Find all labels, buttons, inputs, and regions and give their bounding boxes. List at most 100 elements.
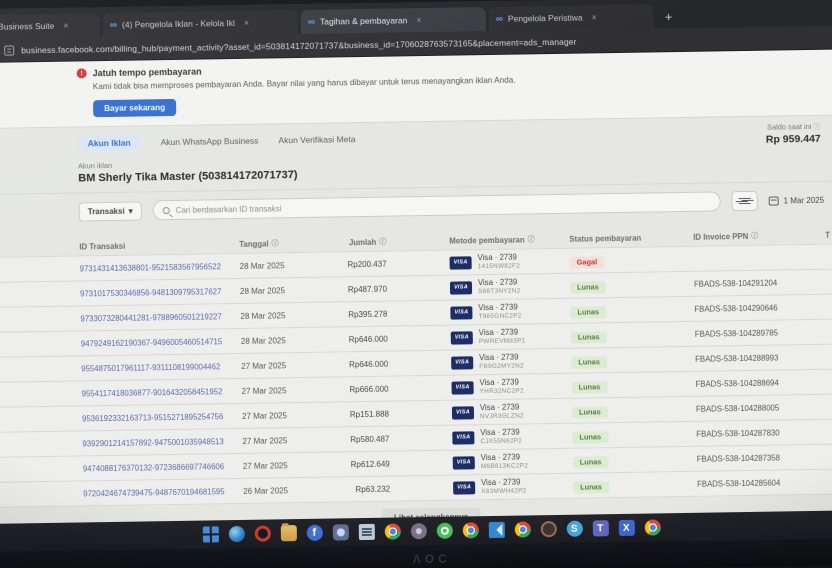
tab-akun-iklan[interactable]: Akun Iklan: [78, 134, 141, 151]
notepad-icon[interactable]: [358, 524, 374, 540]
transaction-amount: Rp151.888: [334, 409, 414, 419]
transaction-filter-dropdown[interactable]: Transaksi▾: [79, 201, 142, 221]
status-badge: Lunas: [572, 406, 608, 419]
transaction-id-link[interactable]: 9720424674739475-9487670194681595: [83, 486, 243, 498]
maps-icon[interactable]: [332, 524, 348, 540]
payment-reference: PWREVM83P1: [479, 337, 526, 345]
transaction-amount: Rp200.437: [332, 259, 412, 269]
transaction-amount: Rp646.000: [333, 359, 413, 369]
payment-method-cell: VISA Visa · 2739 M6B813KC2P2: [415, 453, 573, 472]
status-badge: Lunas: [571, 356, 607, 369]
transactions-table: ID Transaksi Tanggalⓘ Jumlahⓘ Metode pem…: [0, 225, 832, 524]
meta-icon: ∞: [308, 16, 315, 27]
status-badge: Lunas: [570, 281, 606, 294]
balance-label: Saldo saat ini ⓘ: [766, 122, 821, 133]
billing-page: ! Jatuh tempo pembayaran Kami tidak bisa…: [0, 49, 832, 524]
search-input[interactable]: Cari berdasarkan ID transaksi: [153, 191, 721, 220]
tab-label: Tagihan & pembayaran: [320, 15, 408, 26]
status-badge: Lunas: [571, 331, 607, 344]
whatsapp-icon[interactable]: [436, 523, 452, 539]
info-icon[interactable]: ⓘ: [751, 231, 758, 241]
transaction-amount: Rp63.232: [335, 484, 415, 494]
new-tab-button[interactable]: +: [657, 9, 681, 28]
payment-reference: S66T3NY2N2: [478, 287, 521, 295]
transaction-date: 27 Mar 2025: [242, 385, 334, 395]
transaction-id-link[interactable]: 9479249162190367-9496005460514715: [81, 336, 241, 348]
payment-method-cell: VISA Visa · 2739 FB9G2MY2N2: [413, 353, 571, 372]
balance-amount: Rp 959.447: [766, 133, 821, 146]
transaction-id-link[interactable]: 9392901214157892-9475001035948513: [82, 436, 242, 448]
visa-icon: VISA: [451, 356, 473, 369]
tab-meta-business-suite[interactable]: Meta Business Suite ×: [0, 13, 100, 39]
payment-method-cell: VISA Visa · 2739 S66T3NY2N2: [412, 278, 570, 297]
start-menu-icon[interactable]: [202, 526, 218, 542]
col-metode-pembayaran: Metode pembayaranⓘ: [411, 234, 569, 246]
info-icon[interactable]: ⓘ: [528, 234, 535, 244]
visa-icon: VISA: [451, 331, 473, 344]
status-badge: Gagal: [570, 256, 605, 269]
meta-icon: ∞: [496, 13, 503, 24]
transaction-date: 27 Mar 2025: [243, 460, 335, 470]
visa-icon: VISA: [450, 306, 472, 319]
chrome-icon[interactable]: [514, 521, 530, 537]
status-badge: Lunas: [573, 481, 609, 494]
payment-reference: M6B813KC2P2: [481, 462, 528, 470]
close-icon[interactable]: ×: [244, 18, 249, 28]
visa-icon: VISA: [451, 381, 473, 394]
transaction-id-link[interactable]: 9536192332163713-9515271895254756: [82, 411, 242, 423]
tab-akun-whatsapp-business[interactable]: Akun WhatsApp Business: [161, 136, 259, 148]
vscode-icon[interactable]: [488, 522, 504, 538]
transaction-id-link[interactable]: 9474088176370132-9723686697746606: [83, 461, 243, 473]
tab-tagihan-pembayaran[interactable]: ∞ Tagihan & pembayaran ×: [301, 7, 486, 34]
chrome-icon[interactable]: [384, 523, 400, 539]
payment-reference: 1415NW82F2: [478, 262, 521, 270]
col-jumlah: Jumlahⓘ: [331, 236, 411, 247]
error-icon: !: [77, 68, 87, 78]
site-info-icon[interactable]: [4, 45, 14, 55]
skype-icon[interactable]: [566, 521, 582, 537]
transaction-id-link[interactable]: 9554117418036877-9016432058451952: [82, 386, 242, 398]
status-badge: Lunas: [573, 456, 609, 469]
info-icon[interactable]: ⓘ: [379, 237, 386, 247]
close-icon[interactable]: ×: [63, 21, 68, 31]
transaction-date: 27 Mar 2025: [241, 360, 333, 370]
transaction-date: 28 Mar 2025: [240, 285, 332, 295]
pay-now-button[interactable]: Bayar sekarang: [93, 99, 176, 117]
edge-icon[interactable]: [228, 526, 244, 542]
tab-pengelola-iklan[interactable]: ∞ (4) Pengelola Iklan - Kelola Ikl ×: [103, 10, 298, 37]
filters-tune-button[interactable]: [731, 191, 757, 211]
invoice-id: FBADS-538-104289785: [695, 327, 827, 338]
tab-akun-verifikasi-meta[interactable]: Akun Verifikasi Meta: [278, 134, 355, 145]
transaction-id-link[interactable]: 9731431413638801-9521583567956522: [80, 261, 240, 273]
invoice-id: FBADS-538-104288694: [695, 377, 827, 388]
teams-icon[interactable]: [592, 520, 608, 536]
transaction-id-link[interactable]: 9731017530346856-9481309795317627: [80, 286, 240, 298]
date-range-picker[interactable]: 1 Mar 2025: [769, 195, 825, 205]
file-explorer-icon[interactable]: [280, 525, 296, 541]
col-id-transaksi: ID Transaksi: [79, 239, 239, 251]
facebook-icon[interactable]: [306, 525, 322, 541]
chrome-icon[interactable]: [462, 522, 478, 538]
tab-pengelola-peristiwa[interactable]: ∞ Pengelola Peristiwa ×: [489, 4, 654, 31]
transaction-id-link[interactable]: 9554875017961117-9311108199004462: [81, 361, 241, 373]
excel-icon[interactable]: [618, 520, 634, 536]
meta-icon: ∞: [110, 19, 117, 30]
transaction-date: 28 Mar 2025: [240, 260, 332, 270]
info-icon[interactable]: ⓘ: [813, 124, 820, 131]
transaction-id-link[interactable]: 9733073280441281-9788960501219227: [80, 311, 240, 323]
invoice-id: FBADS-538-104290646: [694, 302, 826, 313]
close-icon[interactable]: ×: [592, 12, 597, 22]
col-tanggal: Tanggalⓘ: [239, 238, 331, 249]
address-url[interactable]: business.facebook.com/billing_hub/paymen…: [21, 36, 576, 55]
calendar-icon: [769, 196, 779, 205]
visa-icon: VISA: [453, 456, 475, 469]
info-icon[interactable]: ⓘ: [272, 238, 279, 248]
photos-icon[interactable]: [410, 523, 426, 539]
payment-reference: X83MWH42P2: [481, 487, 526, 495]
payment-method-cell: VISA Visa · 2739 YHR32NC2P2: [413, 378, 571, 397]
opera-icon[interactable]: [254, 525, 270, 541]
instagram-icon[interactable]: [540, 521, 556, 537]
close-icon[interactable]: ×: [416, 15, 421, 25]
chrome-icon[interactable]: [644, 519, 660, 535]
visa-icon: VISA: [453, 481, 475, 494]
